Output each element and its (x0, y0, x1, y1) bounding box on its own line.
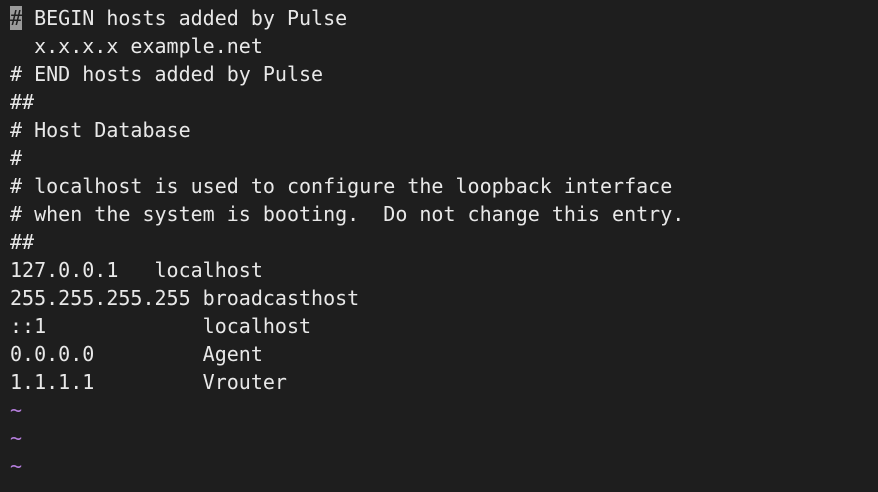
terminal-editor[interactable]: # BEGIN hosts added by Pulse x.x.x.x exa… (0, 0, 878, 492)
editor-line-3[interactable]: # END hosts added by Pulse (10, 60, 878, 88)
editor-line-10[interactable]: 127.0.0.1 localhost (10, 256, 878, 284)
editor-line-11[interactable]: 255.255.255.255 broadcasthost (10, 284, 878, 312)
empty-line-marker: ~ (10, 398, 23, 422)
editor-line-1[interactable]: # BEGIN hosts added by Pulse (10, 4, 878, 32)
editor-line-5[interactable]: # Host Database (10, 116, 878, 144)
editor-line-9[interactable]: ## (10, 228, 878, 256)
empty-line-marker: ~ (10, 426, 23, 450)
text-cursor: # (10, 6, 23, 30)
empty-line-marker: ~ (10, 454, 23, 478)
editor-line-12[interactable]: ::1 localhost (10, 312, 878, 340)
line-text: BEGIN hosts added by Pulse (22, 6, 348, 30)
editor-line-6[interactable]: # (10, 144, 878, 172)
editor-line-14[interactable]: 1.1.1.1 Vrouter (10, 368, 878, 396)
editor-line-13[interactable]: 0.0.0.0 Agent (10, 340, 878, 368)
editor-line-7[interactable]: # localhost is used to configure the loo… (10, 172, 878, 200)
editor-line-4[interactable]: ## (10, 88, 878, 116)
editor-line-8[interactable]: # when the system is booting. Do not cha… (10, 200, 878, 228)
editor-line-2[interactable]: x.x.x.x example.net (10, 32, 878, 60)
